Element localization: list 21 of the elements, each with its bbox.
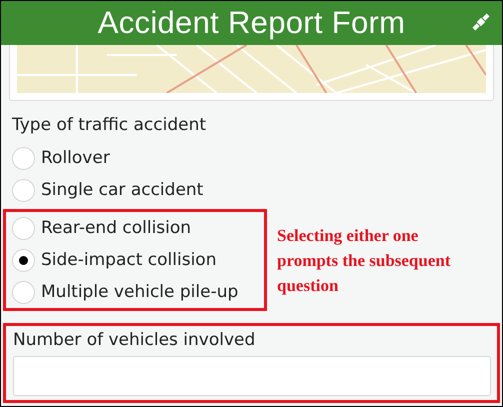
radio-option[interactable]: Multiple vehicle pile-up	[12, 276, 264, 308]
radio-option[interactable]: Rollover	[12, 142, 204, 174]
annotation-text: Selecting either one prompts the subsequent question	[277, 224, 452, 297]
radio-button[interactable]	[12, 178, 35, 202]
field-label: Number of vehicles involved	[13, 330, 256, 350]
satellite-icon	[470, 11, 492, 33]
option-label: Side-impact collision	[41, 250, 216, 270]
question-label: Type of traffic accident	[12, 115, 208, 137]
option-label: Single car accident	[41, 180, 204, 200]
form-title: Accident Report Form	[98, 5, 406, 41]
radio-button[interactable]	[12, 146, 35, 170]
radio-button[interactable]	[12, 248, 35, 272]
radio-option[interactable]: Rear-end collision	[12, 212, 264, 244]
option-label: Rollover	[41, 148, 110, 168]
option-label: Multiple vehicle pile-up	[41, 282, 238, 302]
radio-option[interactable]: Side-impact collision	[12, 244, 264, 276]
radio-option[interactable]: Single car accident	[12, 174, 204, 206]
radio-button[interactable]	[12, 280, 35, 304]
option-label: Rear-end collision	[41, 218, 192, 238]
radio-button[interactable]	[12, 216, 35, 240]
number-input-field[interactable]	[13, 356, 491, 396]
